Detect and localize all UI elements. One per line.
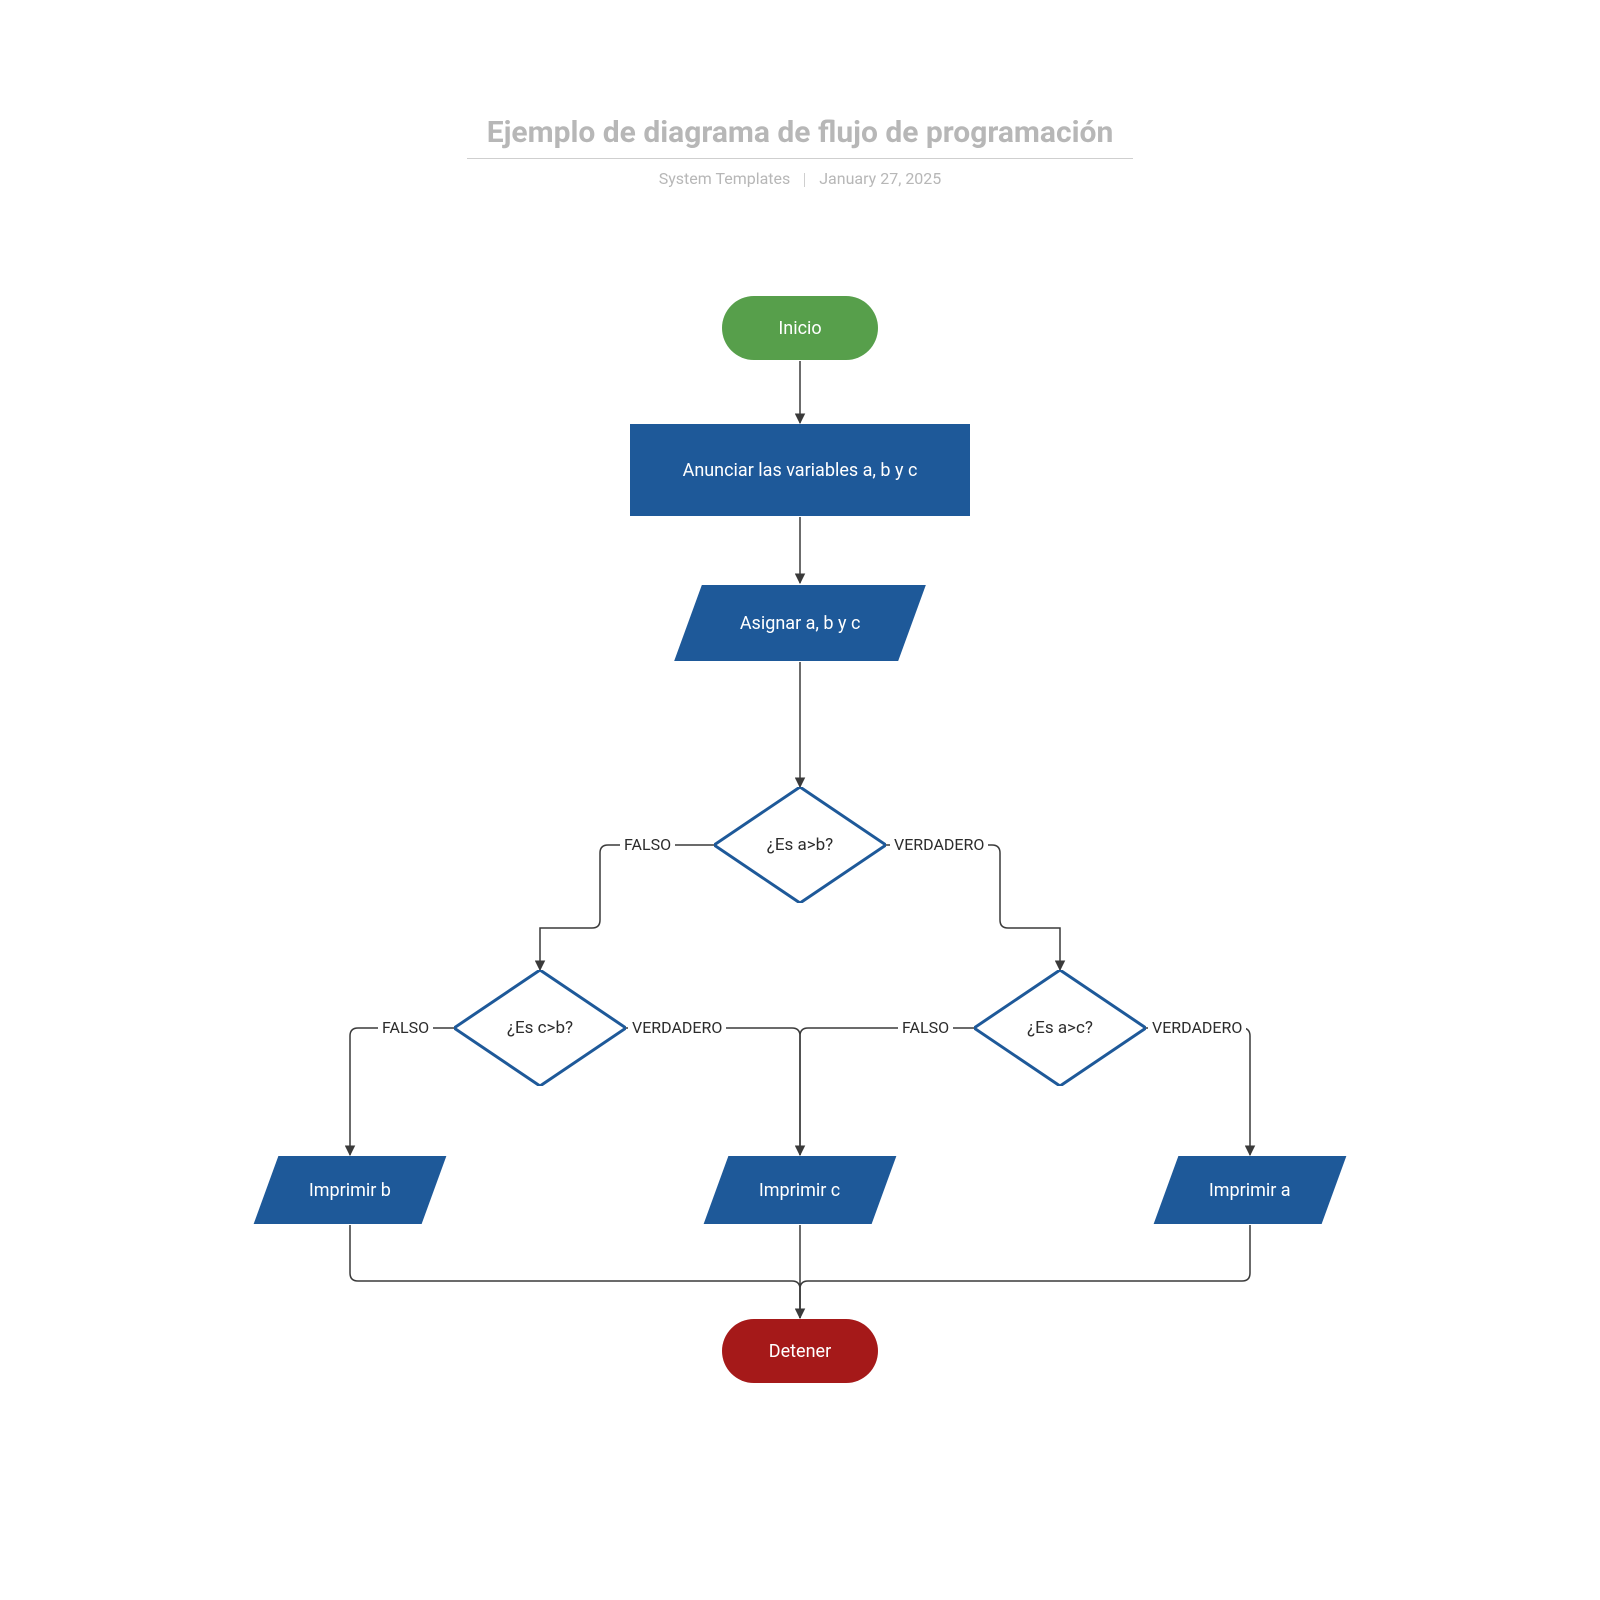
decision-ab-label: ¿Es a>b?	[714, 787, 886, 903]
edge-ab-true: VERDADERO	[890, 835, 988, 854]
flowchart-canvas: { "header": { "title": "Ejemplo de diagr…	[0, 0, 1600, 1600]
edge-cb-true: VERDADERO	[628, 1018, 726, 1037]
edge-cb-false: FALSO	[378, 1018, 433, 1037]
print-c-label: Imprimir c	[759, 1180, 840, 1201]
edge-ac-false: FALSO	[898, 1018, 953, 1037]
assign-node: Asignar a, b y c	[674, 585, 926, 661]
declare-node: Anunciar las variables a, b y c	[630, 424, 970, 516]
decision-cb: ¿Es c>b?	[454, 970, 626, 1086]
print-a-label: Imprimir a	[1209, 1180, 1291, 1201]
print-a-node: Imprimir a	[1154, 1156, 1347, 1224]
edge-ab-false: FALSO	[620, 835, 675, 854]
edge-ac-true: VERDADERO	[1148, 1018, 1246, 1037]
start-node: Inicio	[722, 296, 878, 360]
print-b-label: Imprimir b	[309, 1180, 391, 1201]
decision-cb-label: ¿Es c>b?	[454, 970, 626, 1086]
stop-label: Detener	[769, 1341, 831, 1362]
assign-label: Asignar a, b y c	[740, 613, 861, 634]
decision-ab: ¿Es a>b?	[714, 787, 886, 903]
declare-label: Anunciar las variables a, b y c	[683, 460, 918, 481]
stop-node: Detener	[722, 1319, 878, 1383]
decision-ac-label: ¿Es a>c?	[974, 970, 1146, 1086]
print-c-node: Imprimir c	[704, 1156, 897, 1224]
print-b-node: Imprimir b	[254, 1156, 447, 1224]
decision-ac: ¿Es a>c?	[974, 970, 1146, 1086]
start-label: Inicio	[778, 318, 821, 339]
